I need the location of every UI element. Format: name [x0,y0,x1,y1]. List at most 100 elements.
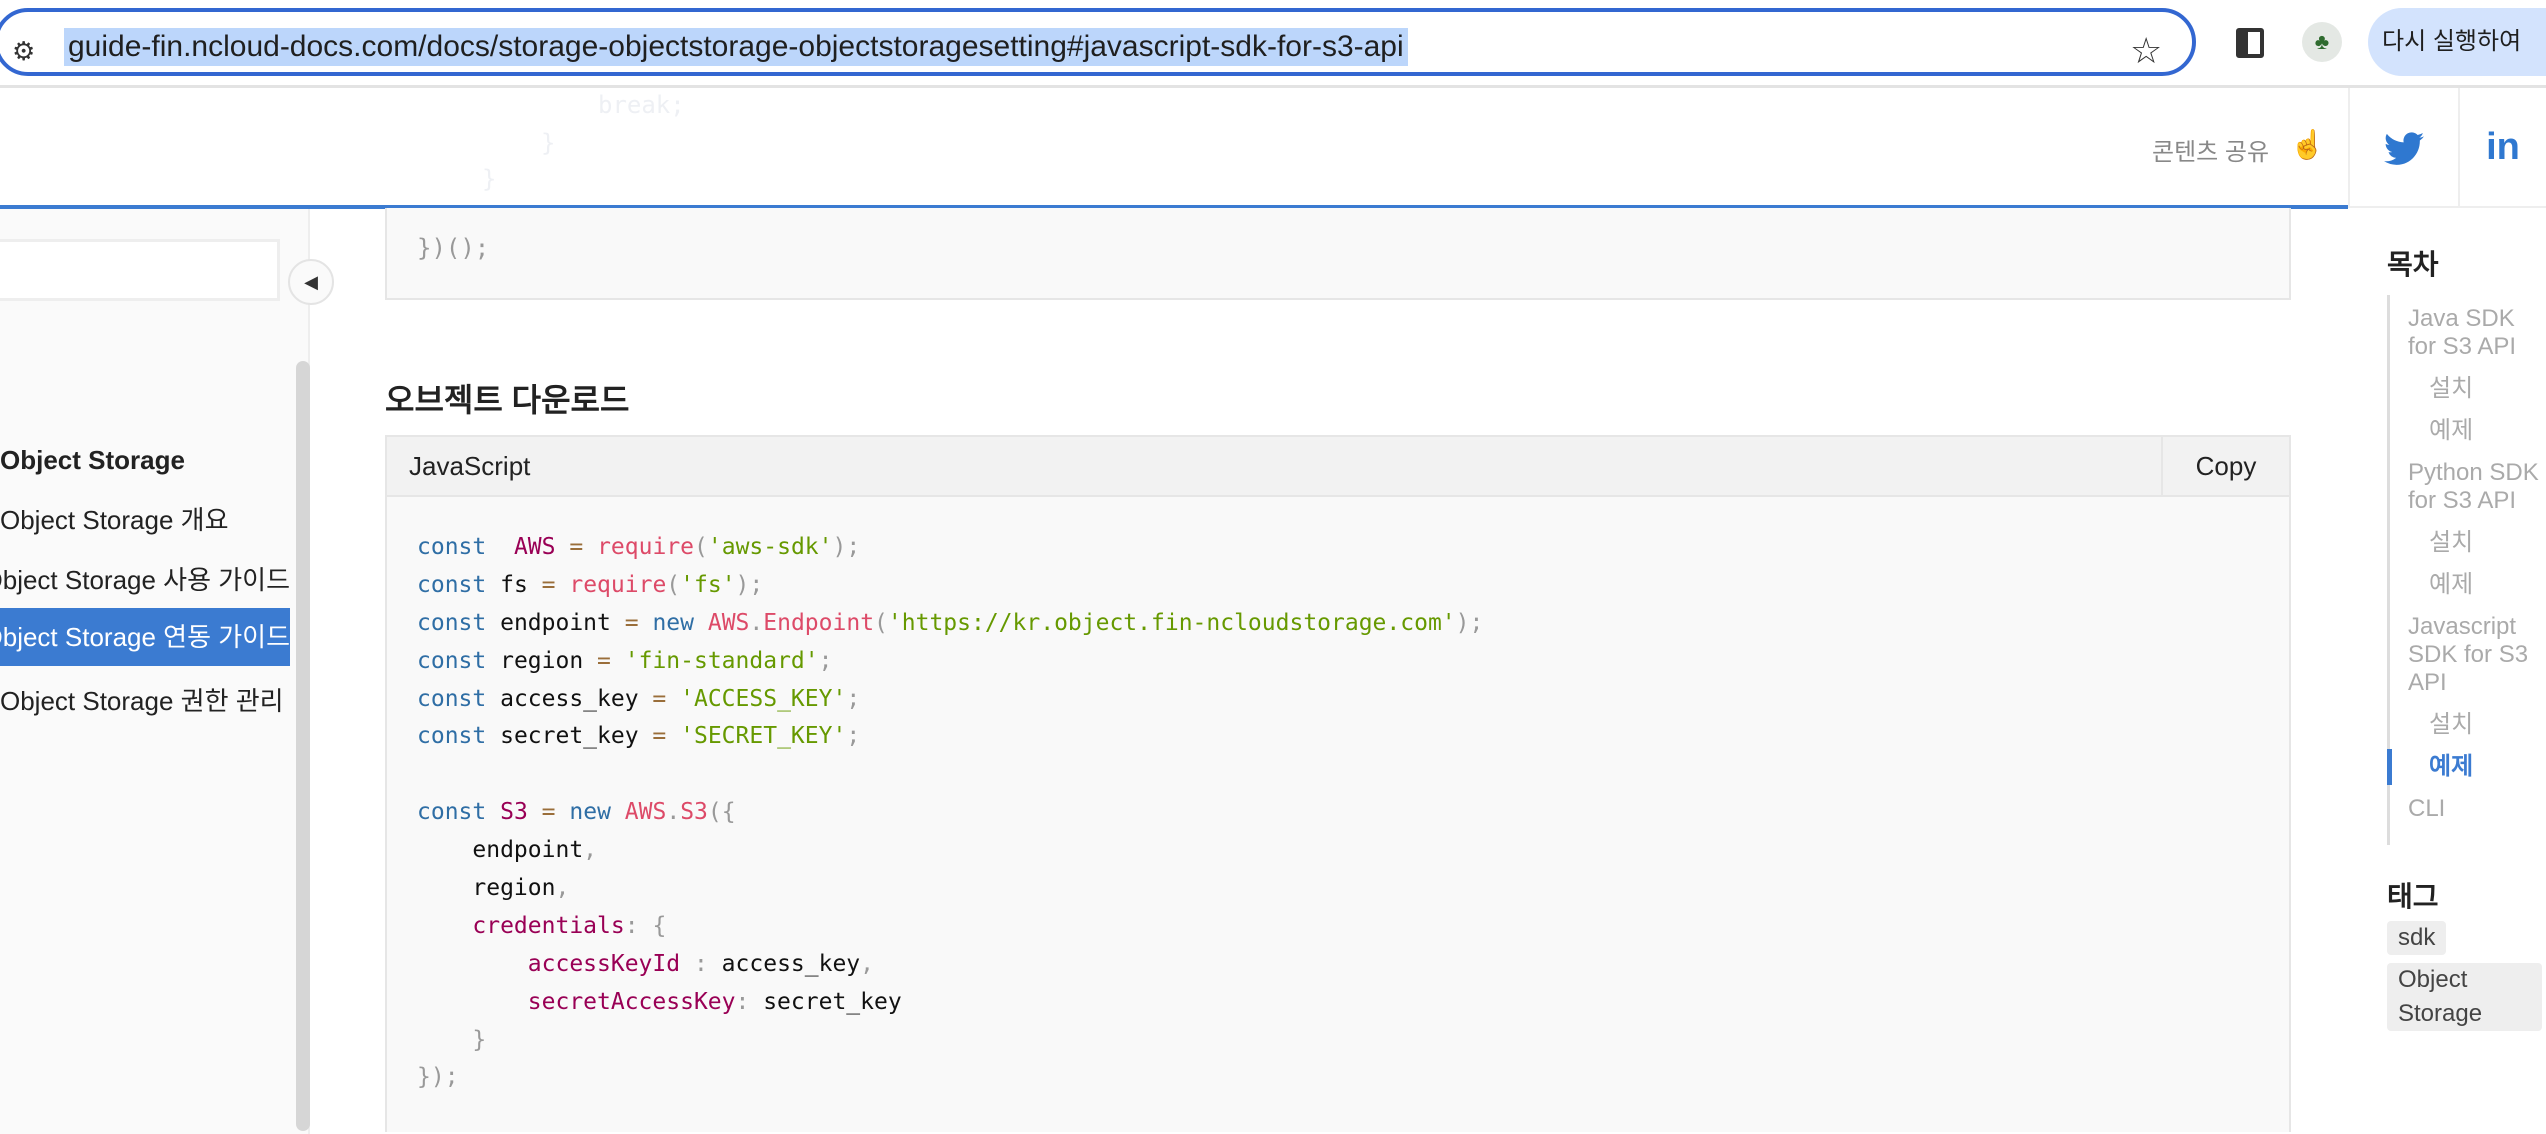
code-token: 'https://kr.object.fin-ncloudstorage.com… [887,609,1456,636]
relaunch-button[interactable]: 다시 실행하여 [2368,8,2546,76]
code-token: AWS [624,799,667,826]
code-token: const [417,534,487,560]
code-token: 'fin-standard' [624,647,819,674]
main-content: })(); 오브젝트 다운로드 JavaScript Copy const AW… [312,208,2348,1134]
tag-badge[interactable]: Object Storage [2387,963,2542,1031]
code-token: : [624,912,639,939]
code-token: = [541,799,556,826]
twitter-icon[interactable] [2348,88,2458,206]
code-token: require [597,534,695,560]
code-token: const [417,799,487,826]
code-token: AWS [513,534,556,560]
code-token: = [652,723,667,750]
sidebar-item[interactable]: Object Storage 개요 [0,500,290,540]
toc-item[interactable]: CLI [2408,795,2542,823]
sidebar-item[interactable]: Object Storage 사용 가이드 [0,560,290,600]
toc-item[interactable]: Javascript SDK for S3 API [2408,613,2542,697]
star-icon[interactable]: ☆ [2130,30,2162,72]
sidebar-search-input[interactable] [0,239,280,301]
toc-item[interactable]: 설치 [2429,375,2542,403]
code-line: const secret_key = 'SECRET_KEY'; [417,718,1483,756]
code-line: secretAccessKey: secret_key [417,984,1483,1022]
code-token: fs [486,571,542,598]
code-token: const [417,571,487,598]
toc-item[interactable]: 예제 [2429,571,2542,599]
code-token: = [652,685,667,712]
section-heading: 오브젝트 다운로드 [385,382,630,418]
sidebar-item[interactable]: Object Storage 연동 가이드 [0,608,290,666]
toc-item[interactable]: 설치 [2429,711,2542,739]
code-token: { [652,912,667,939]
code-token: new [569,799,611,826]
code-line: } [417,1022,1483,1060]
tags-title: 태그 [2387,881,2439,912]
ghost-code: } [541,129,556,157]
code-token: : [693,950,708,977]
code-line: region, [417,870,1483,908]
address-bar[interactable]: ⚙ guide-fin.ncloud-docs.com/docs/storage… [0,8,2196,76]
code-token: access_key [486,685,653,712]
code-token: const [417,685,487,712]
toc-item[interactable]: Java SDK for S3 API [2408,305,2542,361]
code-token: endpoint [486,609,625,636]
sidebar-scrollbar[interactable] [296,361,310,1131]
code-token: . [749,609,764,636]
toc-item[interactable]: 예제 [2429,417,2542,445]
code-token: = [597,647,611,674]
code-content: const AWS = require('aws-sdk'); const fs … [417,529,1483,1097]
code-token: ({ [707,799,736,826]
side-panel-icon[interactable] [2236,28,2264,58]
toc-item[interactable]: Python SDK for S3 API [2408,459,2542,515]
thumbs-up-icon[interactable]: ☝ [2290,128,2325,161]
code-line: accessKeyId : access_key, [417,946,1483,984]
code-line: const access_key = 'ACCESS_KEY'; [417,681,1483,719]
code-token: : [735,988,750,1015]
browser-toolbar: ⚙ guide-fin.ncloud-docs.com/docs/storage… [0,0,2546,88]
sidebar-item-label: Object Storage 권한 관리 [0,686,284,716]
code-block: JavaScript Copy const AWS = require('aws… [385,435,2291,1132]
sidebar-item[interactable]: Object Storage [0,440,290,480]
code-token: = [624,609,639,636]
tag-badge[interactable]: sdk [2387,921,2447,955]
code-line: const region = 'fin-standard'; [417,643,1483,681]
collapse-sidebar-button[interactable]: ◀ [288,259,334,305]
code-token: secretAccessKey [527,988,736,1015]
code-token: region [486,647,598,674]
code-token: require [569,571,667,598]
linkedin-icon[interactable]: in [2458,88,2546,206]
code-token: 'ACCESS_KEY' [680,685,847,712]
sidebar-item-label: Object Storage [0,445,185,475]
code-token: 'aws-sdk' [707,534,833,560]
table-of-contents: 목차 Java SDK for S3 API 설치 예제 Python SDK for… [2348,209,2546,1134]
code-line: credentials: { [417,908,1483,946]
code-token: , [583,837,598,864]
share-content-link[interactable]: 콘텐츠 공유 [2152,132,2269,167]
toc-item[interactable]: 설치 [2429,529,2542,557]
copy-button[interactable]: Copy [2161,437,2289,495]
social-links: in [2348,88,2546,208]
code-token: AWS [707,609,750,636]
code-line: const fs = require('fs'); [417,567,1483,605]
code-line: const S3 = new AWS.S3({ [417,794,1483,832]
avatar[interactable]: ♣ [2302,22,2342,62]
sidebar-item[interactable]: Object Storage 권한 관리 [0,681,290,721]
url-text[interactable]: guide-fin.ncloud-docs.com/docs/storage-o… [64,28,1408,66]
code-token: ; [846,723,861,750]
code-token: 'fs' [680,571,736,598]
code-block-header: JavaScript Copy [387,437,2289,497]
tune-icon[interactable]: ⚙ [12,36,35,67]
toc-item[interactable]: 예제 [2387,749,2542,785]
code-token: Endpoint [763,609,875,636]
